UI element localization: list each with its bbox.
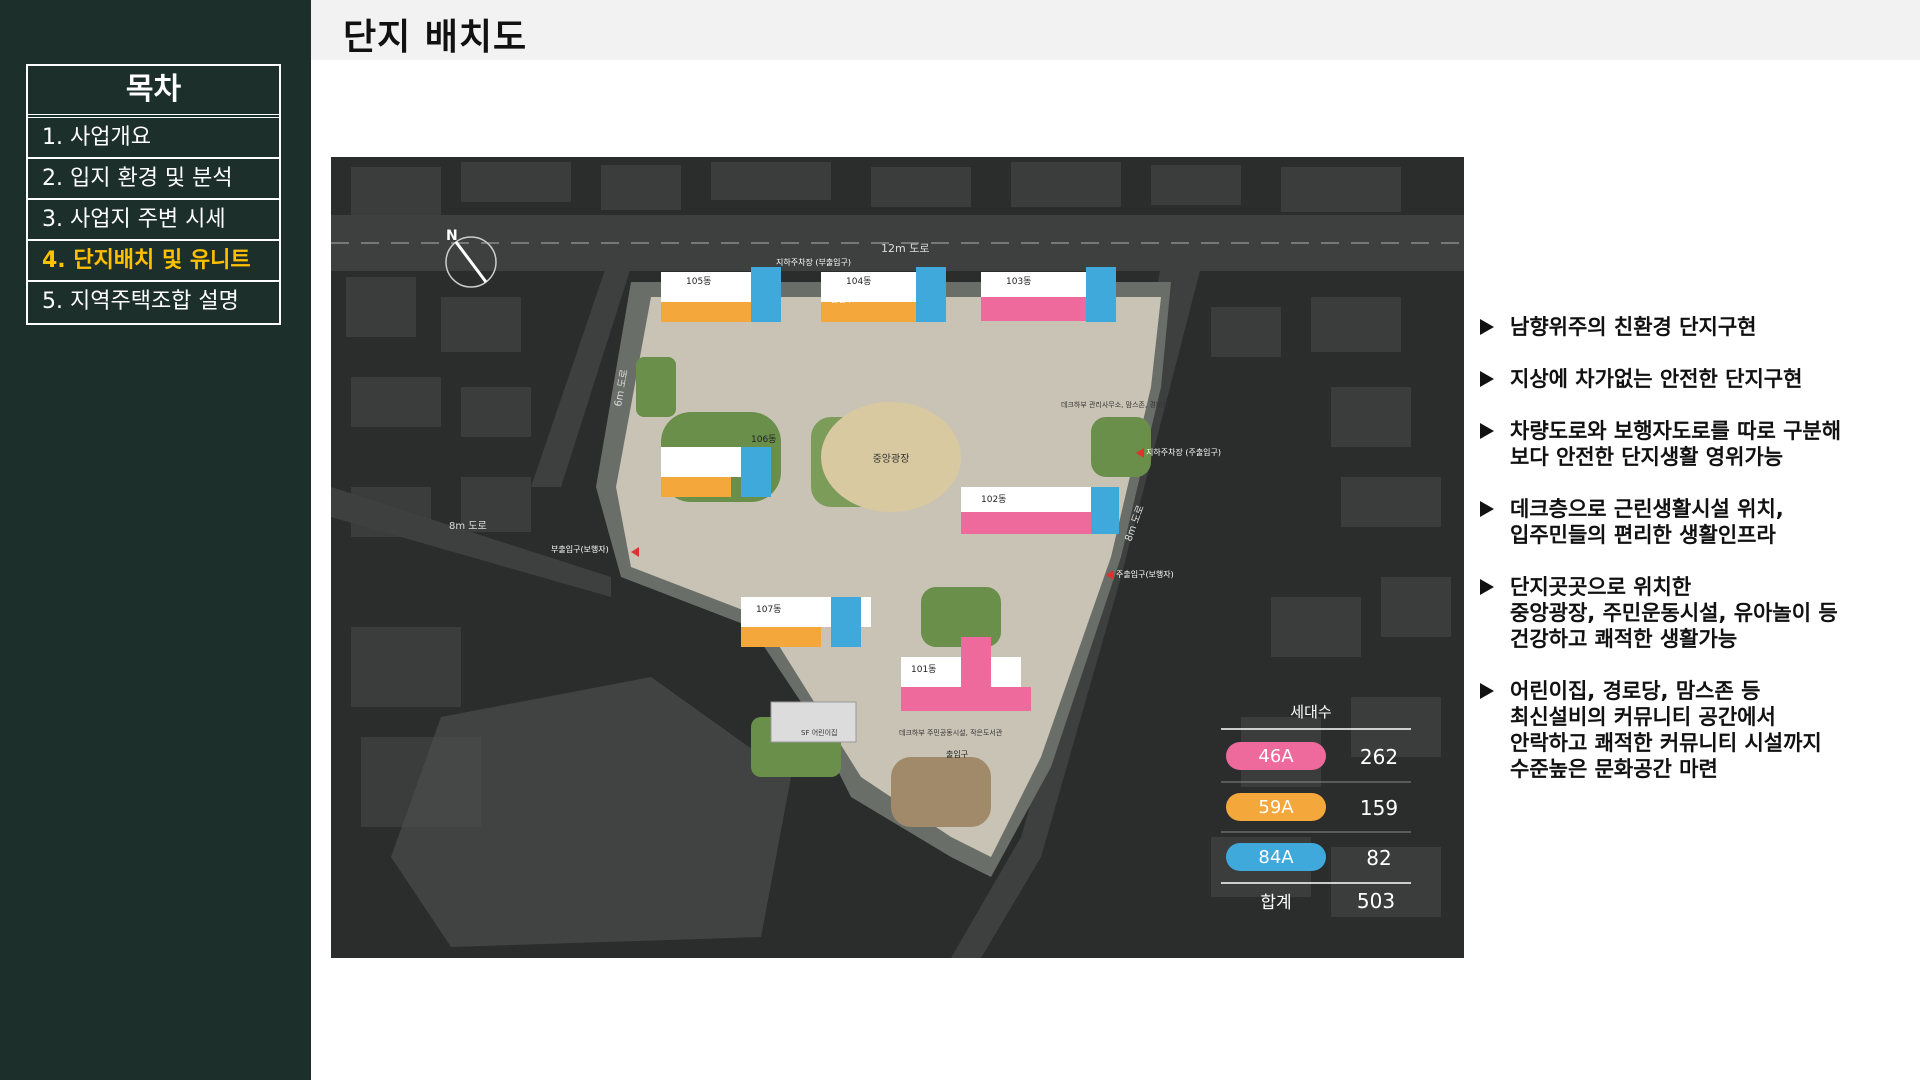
bullet-triangle-icon xyxy=(1480,501,1494,517)
entrance-east-pedestrian: 주출입구(보행자) xyxy=(1116,569,1174,579)
toc-item-prices[interactable]: 3. 사업지 주변 시세 xyxy=(28,200,279,241)
header-bar: 단지 배치도 xyxy=(311,0,1920,60)
entrance-bottom-main: 출입구 xyxy=(946,749,968,759)
unit-count-59a: 159 xyxy=(1360,796,1398,820)
unit-type-46a: 46A xyxy=(1258,746,1294,767)
entrance-parking-east: 지하주차장 (주출입구) xyxy=(1146,447,1221,457)
building-label: 104동 xyxy=(846,276,871,287)
page-title: 단지 배치도 xyxy=(343,17,528,58)
site-plan-svg: 중앙광장 105동 104동 103동 106동 102동 107동 101동 … xyxy=(331,157,1464,958)
toc-item-location[interactable]: 2. 입지 환경 및 분석 xyxy=(28,159,279,200)
toc-item-layout[interactable]: 4. 단지배치 및 유니트 xyxy=(28,241,279,282)
bullet-triangle-icon xyxy=(1480,423,1494,439)
building-105: 105동 xyxy=(661,267,781,322)
bullet-triangle-icon xyxy=(1480,371,1494,387)
feature-line: 차량도로와 보행자도로를 따로 구분해 xyxy=(1510,419,1842,443)
building-102: 102동 xyxy=(961,487,1119,534)
building-103: 103동 xyxy=(981,267,1116,322)
entrance-main-top: 출입구 xyxy=(831,294,853,304)
feature-line: 안락하고 쾌적한 커뮤니티 시설까지 xyxy=(1510,731,1822,755)
toc-item-union[interactable]: 5. 지역주택조합 설명 xyxy=(28,282,279,323)
feature-line: 최신설비의 커뮤니티 공간에서 xyxy=(1510,705,1776,729)
feature-item: 지상에 차가없는 안전한 단지구현 xyxy=(1480,366,1910,392)
north-label: N xyxy=(446,228,458,244)
entrance-west-pedestrian: 부출입구(보행자) xyxy=(551,544,609,554)
daycare-label: SF 어린이집 xyxy=(801,728,837,737)
feature-line: 보다 안전한 단지생활 영위가능 xyxy=(1510,445,1784,469)
bullet-triangle-icon xyxy=(1480,319,1494,335)
unit-type-84a: 84A xyxy=(1258,847,1294,868)
feature-line: 입주민들의 편리한 생활인프라 xyxy=(1510,523,1776,547)
toc-title: 목차 xyxy=(28,66,279,118)
feature-line: 건강하고 쾌적한 생활가능 xyxy=(1510,627,1738,651)
community-label: 데크하부 주민공동시설, 작은도서관 xyxy=(899,728,1003,737)
site-plan-image: 중앙광장 105동 104동 103동 106동 102동 107동 101동 … xyxy=(331,157,1464,958)
unit-count-84a: 82 xyxy=(1366,846,1391,870)
unit-total-label: 합계 xyxy=(1260,893,1291,913)
building-label: 107동 xyxy=(756,604,781,615)
building-label: 105동 xyxy=(686,276,711,287)
unit-table-title: 세대수 xyxy=(1290,703,1331,721)
feature-item: 데크층으로 근린생활시설 위치, 입주민들의 편리한 생활인프라 xyxy=(1480,496,1910,548)
feature-item: 어린이집, 경로당, 맘스존 등 최신설비의 커뮤니티 공간에서 안락하고 쾌적… xyxy=(1480,678,1910,782)
building-label: 102동 xyxy=(981,494,1006,505)
plaza-label: 중앙광장 xyxy=(873,453,910,465)
feature-line: 데크층으로 근린생활시설 위치, xyxy=(1510,497,1784,521)
building-label: 106동 xyxy=(751,434,776,445)
north-community-label: 데크하부 관리사무소, 맘스존, 경비실 xyxy=(1061,400,1169,409)
building-label: 103동 xyxy=(1006,276,1031,287)
building-label: 101동 xyxy=(911,664,936,675)
toc-item-overview[interactable]: 1. 사업개요 xyxy=(28,118,279,159)
feature-item: 차량도로와 보행자도로를 따로 구분해 보다 안전한 단지생활 영위가능 xyxy=(1480,418,1910,470)
unit-type-59a: 59A xyxy=(1258,797,1294,818)
unit-count-46a: 262 xyxy=(1360,745,1398,769)
sidebar: 목차 1. 사업개요 2. 입지 환경 및 분석 3. 사업지 주변 시세 4.… xyxy=(0,0,311,1080)
entrance-parking-top: 지하주차장 (부출입구) xyxy=(776,257,851,267)
table-of-contents: 목차 1. 사업개요 2. 입지 환경 및 분석 3. 사업지 주변 시세 4.… xyxy=(26,64,281,325)
road-label-southwest: 8m 도로 xyxy=(449,521,487,532)
feature-line: 중앙광장, 주민운동시설, 유아놀이 등 xyxy=(1510,601,1838,625)
building-107: 107동 xyxy=(741,597,871,647)
unit-total-count: 503 xyxy=(1357,889,1395,913)
feature-line: 남향위주의 친환경 단지구현 xyxy=(1510,315,1757,339)
bullet-triangle-icon xyxy=(1480,683,1494,699)
feature-item: 남향위주의 친환경 단지구현 xyxy=(1480,314,1910,340)
bullet-triangle-icon xyxy=(1480,579,1494,595)
feature-line: 수준높은 문화공간 마련 xyxy=(1510,757,1718,781)
feature-line: 지상에 차가없는 안전한 단지구현 xyxy=(1510,367,1803,391)
feature-list: 남향위주의 친환경 단지구현 지상에 차가없는 안전한 단지구현 차량도로와 보… xyxy=(1480,314,1910,808)
feature-item: 단지곳곳으로 위치한 중앙광장, 주민운동시설, 유아놀이 등 건강하고 쾌적한… xyxy=(1480,574,1910,652)
feature-line: 단지곳곳으로 위치한 xyxy=(1510,575,1692,599)
road-label-north: 12m 도로 xyxy=(881,242,929,255)
feature-line: 어린이집, 경로당, 맘스존 등 xyxy=(1510,679,1761,703)
